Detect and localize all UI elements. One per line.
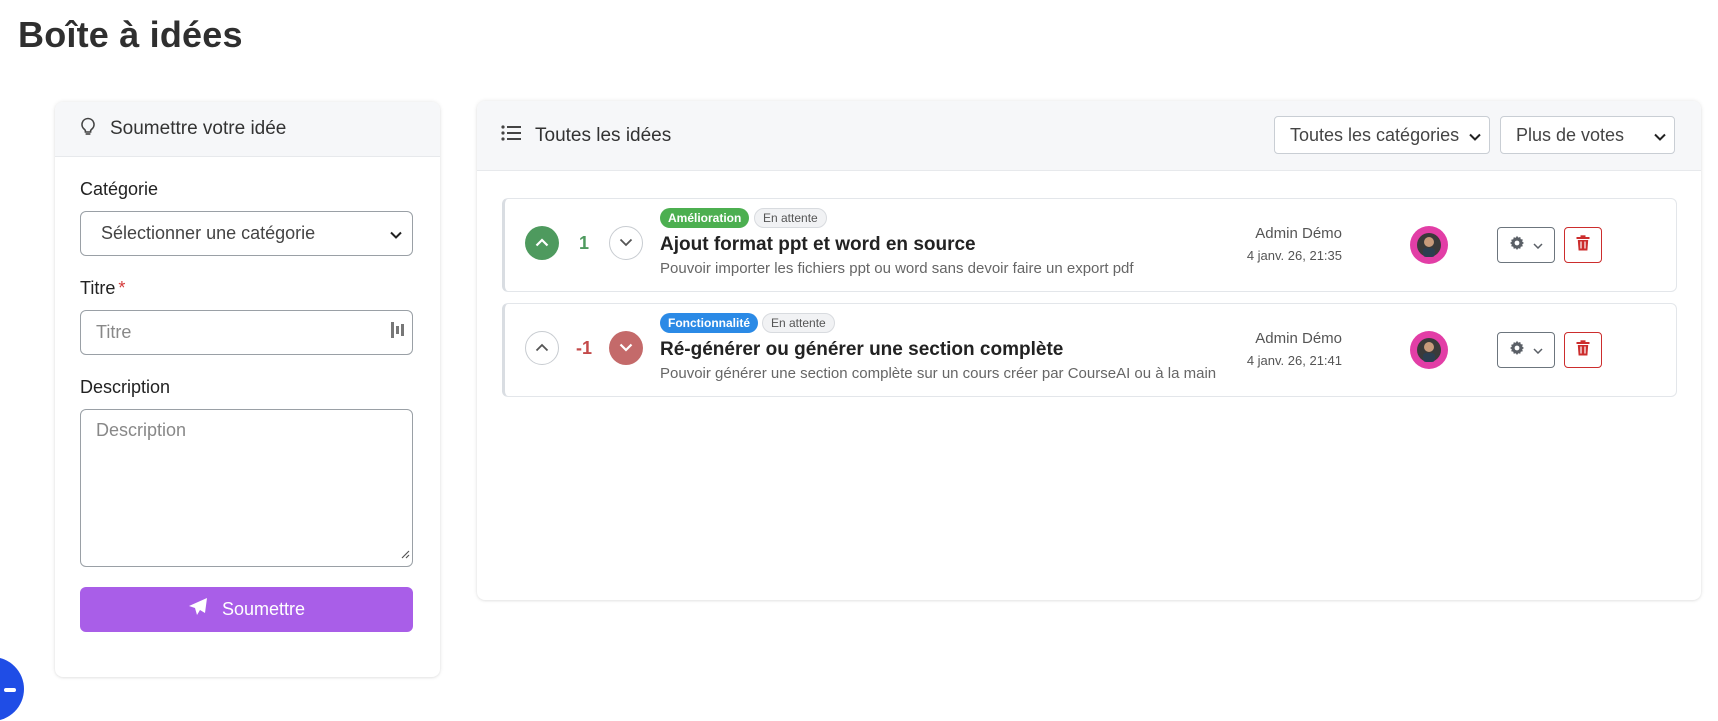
category-select-value: Sélectionner une catégorie (101, 223, 316, 243)
title-input[interactable]: Titre (80, 310, 413, 355)
idea-date: 4 janv. 26, 21:35 (1246, 248, 1342, 263)
gear-icon (1509, 340, 1525, 361)
list-icon (501, 125, 521, 146)
page-title: Boîte à idées (18, 14, 243, 55)
chevron-up-icon (535, 339, 549, 357)
vote-count: 1 (578, 233, 589, 253)
submit-card-header: Soumettre votre idée (55, 102, 440, 157)
downvote-button[interactable] (609, 331, 643, 365)
category-badge: Amélioration (660, 208, 750, 228)
chevron-down-icon (1469, 125, 1481, 146)
delete-idea-button[interactable] (1564, 332, 1602, 368)
idea-settings-button[interactable] (1497, 332, 1555, 368)
category-label: Catégorie (80, 179, 159, 199)
idea-date: 4 janv. 26, 21:41 (1246, 353, 1342, 368)
status-badge: En attente (754, 208, 827, 228)
idea-description: Pouvoir générer une section complète sur… (660, 365, 1217, 382)
trash-icon (1576, 339, 1590, 361)
trash-icon (1576, 234, 1590, 256)
category-select[interactable]: Sélectionner une catégorie (80, 211, 413, 256)
category-filter-value: Toutes les catégories (1290, 124, 1460, 145)
idea-title[interactable]: Ajout format ppt et word en source (660, 234, 976, 256)
idea-author: Admin Démo (1255, 225, 1342, 242)
description-label: Description (80, 377, 171, 397)
vote-count: -1 (575, 338, 592, 358)
ideas-panel-title: Toutes les idées (535, 124, 672, 146)
idea-card: -1 Fonctionnalité En attente Ré-générer … (502, 303, 1677, 397)
password-manager-icon (390, 320, 406, 345)
chevron-down-icon (390, 223, 402, 244)
category-badge: Fonctionnalité (660, 313, 758, 333)
chevron-down-icon (619, 234, 633, 252)
paper-plane-icon (188, 597, 208, 622)
category-filter-select[interactable]: Toutes les catégories (1274, 116, 1490, 154)
chevron-down-icon (1533, 341, 1543, 359)
required-mark: * (118, 278, 126, 298)
lightbulb-icon (80, 117, 96, 142)
submit-button-label: Soumettre (221, 599, 306, 619)
help-chat-button[interactable] (0, 657, 24, 721)
sort-select[interactable]: Plus de votes (1500, 116, 1675, 154)
title-placeholder: Titre (96, 322, 132, 342)
description-placeholder: Description (96, 420, 187, 440)
ideas-panel-header: Toutes les idées Toutes les catégories P… (477, 101, 1701, 171)
gear-icon (1509, 235, 1525, 256)
ideas-panel: Toutes les idées Toutes les catégories P… (477, 101, 1701, 600)
submit-card-title: Soumettre votre idée (110, 118, 287, 139)
delete-idea-button[interactable] (1564, 227, 1602, 263)
avatar (1410, 331, 1448, 369)
submit-button[interactable]: Soumettre (80, 587, 413, 632)
chevron-down-icon (1654, 125, 1666, 146)
idea-card: 1 Amélioration En attente Ajout format p… (502, 198, 1677, 292)
upvote-button[interactable] (525, 331, 559, 365)
submit-idea-card: Soumettre votre idée Catégorie Sélection… (55, 102, 440, 677)
upvote-button[interactable] (525, 226, 559, 260)
idea-author: Admin Démo (1255, 330, 1342, 347)
chevron-up-icon (535, 234, 549, 252)
status-badge: En attente (762, 313, 835, 333)
sort-select-value: Plus de votes (1516, 124, 1625, 145)
idea-settings-button[interactable] (1497, 227, 1555, 263)
description-textarea[interactable]: Description (80, 409, 413, 567)
chevron-down-icon (1533, 236, 1543, 254)
avatar (1410, 226, 1448, 264)
idea-description: Pouvoir importer les fichiers ppt ou wor… (660, 260, 1134, 277)
minus-icon (4, 680, 18, 698)
downvote-button[interactable] (609, 226, 643, 260)
resize-handle-icon[interactable] (401, 543, 410, 564)
idea-title[interactable]: Ré-générer ou générer une section complè… (660, 339, 1063, 361)
chevron-down-icon (619, 339, 633, 357)
title-label: Titre * (80, 278, 126, 298)
